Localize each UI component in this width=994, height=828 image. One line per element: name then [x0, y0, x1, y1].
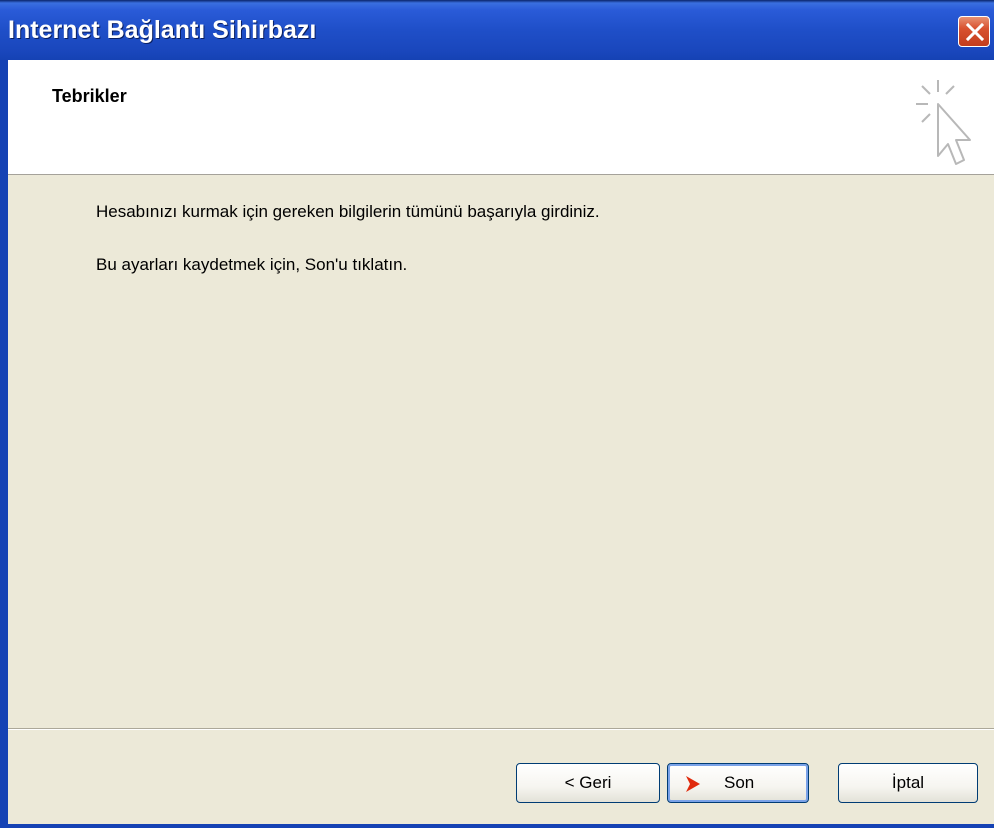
back-button[interactable]: < Geri	[516, 763, 660, 803]
cancel-button[interactable]: İptal	[838, 763, 978, 803]
wizard-content: Hesabınızı kurmak için gereken bilgileri…	[8, 175, 994, 728]
wizard-cursor-sparkle-icon	[916, 80, 971, 165]
wizard-header: Tebrikler	[8, 60, 994, 175]
finish-button[interactable]: Son	[667, 763, 809, 803]
close-button[interactable]	[958, 16, 990, 47]
instruction-message: Bu ayarları kaydetmek için, Son'u tıklat…	[96, 255, 408, 274]
completion-message: Hesabınızı kurmak için gereken bilgileri…	[96, 202, 600, 221]
button-separator	[8, 728, 994, 730]
window-title: Internet Bağlantı Sihirbazı	[8, 16, 317, 44]
page-title: Tebrikler	[52, 86, 127, 106]
forward-arrow-icon	[686, 776, 700, 792]
close-icon	[965, 22, 985, 42]
window-frame-left	[0, 60, 8, 828]
wizard-window: Internet Bağlantı Sihirbazı Tebrikler He…	[0, 0, 994, 828]
title-bar[interactable]: Internet Bağlantı Sihirbazı	[0, 0, 994, 60]
finish-button-label: Son	[724, 773, 755, 792]
window-frame-bottom	[0, 824, 994, 828]
